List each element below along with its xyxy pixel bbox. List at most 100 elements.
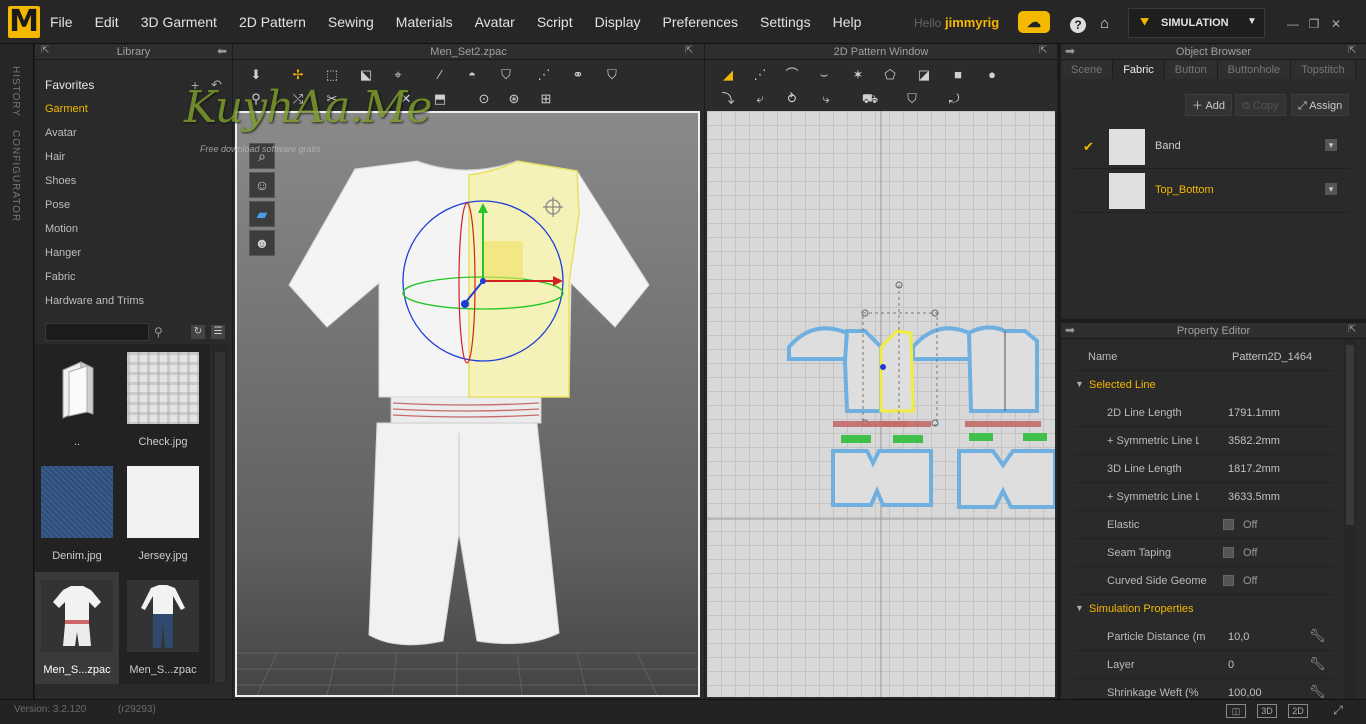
iron-icon[interactable]: ⛟ <box>859 90 881 108</box>
tab-buttonhole[interactable]: Buttonhole <box>1217 61 1292 79</box>
sew-segment-icon[interactable]: ⤵ <box>717 90 739 108</box>
check-sewing-icon[interactable]: ⥁ <box>781 90 803 108</box>
menu-3d-garment[interactable]: 3D Garment <box>141 14 217 30</box>
chevron-down-icon[interactable]: ▼ <box>1247 16 1257 27</box>
library-file-denim[interactable]: Denim.jpg <box>35 458 119 570</box>
library-file-folder-up[interactable]: .. <box>35 344 119 456</box>
collapse-arrow-icon[interactable]: ➡ <box>1065 323 1075 337</box>
shirt-pattern-icon[interactable]: ⛉ <box>901 90 923 108</box>
segment-icon[interactable]: ⋰ <box>533 66 555 84</box>
wrench-icon[interactable]: 🔧︎ <box>1309 684 1326 698</box>
tab-configurator[interactable]: CONFIGURATOR <box>10 130 21 222</box>
restore-icon[interactable]: ❐ <box>1307 17 1321 31</box>
library-item-shoes[interactable]: Shoes <box>35 172 232 196</box>
library-file-jersey[interactable]: Jersey.jpg <box>121 458 205 570</box>
menu-file[interactable]: File <box>50 14 73 30</box>
add-fabric-button[interactable]: ＋ Add <box>1185 94 1233 116</box>
menu-preferences[interactable]: Preferences <box>663 14 738 30</box>
view-2d-button[interactable]: 2D <box>1288 704 1308 718</box>
add-point-icon[interactable]: ✶ <box>847 66 869 84</box>
property-value[interactable]: 100,00 <box>1228 687 1262 698</box>
tab-fabric[interactable]: Fabric <box>1113 61 1165 79</box>
tab-button[interactable]: Button <box>1164 61 1218 79</box>
section-selected-line[interactable]: ▼ Selected Line <box>1073 374 1335 396</box>
elastic-checkbox[interactable] <box>1223 519 1234 530</box>
3d-viewport[interactable]: ⌕ ☺ ▰ ☻ <box>235 111 700 697</box>
texture-icon[interactable]: ▰ <box>249 201 275 227</box>
download-icon[interactable]: ▾ <box>1325 139 1337 151</box>
fabric-item-top-bottom[interactable]: Top_Bottom ▾ <box>1073 169 1349 213</box>
search-icon[interactable]: ⚲ <box>154 325 163 339</box>
collapse-arrow-icon[interactable]: ⬅ <box>217 44 227 58</box>
internal-polygon-icon[interactable]: ◪ <box>913 66 935 84</box>
curve-point-icon[interactable]: ⌒ <box>781 66 803 84</box>
circle-icon[interactable]: ● <box>981 66 1003 84</box>
expand-icon[interactable]: ⤢ <box>1328 704 1348 718</box>
library-item-pose[interactable]: Pose <box>35 196 232 220</box>
menu-avatar[interactable]: Avatar <box>475 14 515 30</box>
button-icon[interactable]: ⊙ <box>473 90 495 108</box>
property-value[interactable]: 0 <box>1228 659 1234 671</box>
download-icon[interactable]: ▾ <box>1325 183 1337 195</box>
tape-icon[interactable]: ⤾ <box>943 90 965 108</box>
list-view-icon[interactable]: ☰ <box>211 325 225 339</box>
close-icon[interactable]: ✕ <box>1329 17 1343 31</box>
garment-icon[interactable]: ⛉ <box>601 66 623 84</box>
undock-icon[interactable]: ⇱ <box>1348 324 1356 335</box>
library-scrollbar[interactable] <box>212 344 228 684</box>
rectangle-icon[interactable]: ■ <box>947 66 969 84</box>
fold-arrange-icon[interactable]: ⚭ <box>567 66 589 84</box>
seam-taping-checkbox[interactable] <box>1223 547 1234 558</box>
menu-settings[interactable]: Settings <box>760 14 811 30</box>
undock-icon[interactable]: ⇱ <box>685 45 693 56</box>
edit-pattern-icon[interactable]: ⋰ <box>749 66 771 84</box>
library-item-fabric[interactable]: Fabric <box>35 268 232 292</box>
property-value[interactable]: Pattern2D_1464 <box>1232 351 1312 363</box>
property-value[interactable]: 10,0 <box>1228 631 1249 643</box>
copy-fabric-button[interactable]: ⧉ Copy <box>1235 94 1286 116</box>
collapse-arrow-icon[interactable]: ➡ <box>1065 44 1075 58</box>
view-3d-button[interactable]: 3D <box>1257 704 1277 718</box>
transform-pattern-icon[interactable]: ◢ <box>717 66 739 84</box>
username[interactable]: jimmyrig <box>945 15 999 30</box>
edit-curvature-icon[interactable]: ⌣ <box>813 66 835 84</box>
help-icon[interactable]: ? <box>1070 17 1086 33</box>
undock-icon[interactable]: ⇱ <box>1039 45 1047 56</box>
minimize-icon[interactable]: — <box>1286 17 1300 31</box>
simulation-mode-select[interactable]: ⯆ SIMULATION ▼ <box>1128 8 1265 38</box>
menu-2d-pattern[interactable]: 2D Pattern <box>239 14 306 30</box>
polygon-icon[interactable]: ⬠ <box>879 66 901 84</box>
hanger-icon[interactable]: ⌂ <box>1100 15 1109 32</box>
free-sew-icon[interactable]: ⤶ <box>749 90 771 108</box>
library-file-check[interactable]: Check.jpg <box>121 344 205 456</box>
menu-display[interactable]: Display <box>595 14 641 30</box>
library-item-hanger[interactable]: Hanger <box>35 244 232 268</box>
pin-icon[interactable]: ⁄ <box>429 66 451 84</box>
tab-topstitch[interactable]: Topstitch <box>1291 61 1356 79</box>
tab-history[interactable]: HISTORY <box>10 66 21 117</box>
split-view-icon[interactable]: ◫ <box>1226 704 1246 718</box>
edit-sewing-icon[interactable]: ⤷ <box>815 90 837 108</box>
zip-icon[interactable]: ⊞ <box>535 90 557 108</box>
refresh-icon[interactable]: ↻ <box>191 325 205 339</box>
menu-help[interactable]: Help <box>833 14 862 30</box>
shirt-icon[interactable]: ⛉ <box>495 66 517 84</box>
fold-icon[interactable]: ◓ <box>461 66 483 84</box>
menu-script[interactable]: Script <box>537 14 573 30</box>
undock-icon[interactable]: ⇱ <box>41 45 49 56</box>
library-item-hardware[interactable]: Hardware and Trims <box>35 292 232 316</box>
menu-materials[interactable]: Materials <box>396 14 453 30</box>
curved-side-checkbox[interactable] <box>1223 575 1234 586</box>
cloud-icon[interactable]: ☁ <box>1018 11 1050 33</box>
library-item-motion[interactable]: Motion <box>35 220 232 244</box>
menu-sewing[interactable]: Sewing <box>328 14 374 30</box>
library-search-input[interactable] <box>45 323 149 341</box>
avatar-silhouette-icon[interactable]: ☻ <box>249 230 275 256</box>
2d-pattern-viewport[interactable] <box>707 111 1055 697</box>
property-editor-scrollbar[interactable] <box>1344 339 1356 699</box>
strengthen-icon[interactable]: ⬒ <box>429 90 451 108</box>
tab-scene[interactable]: Scene <box>1061 61 1114 79</box>
fabric-item-band[interactable]: ✔ Band ▾ <box>1073 125 1349 169</box>
assign-fabric-button[interactable]: ⤢ Assign <box>1291 94 1350 116</box>
wrench-icon[interactable]: 🔧︎ <box>1309 656 1326 672</box>
